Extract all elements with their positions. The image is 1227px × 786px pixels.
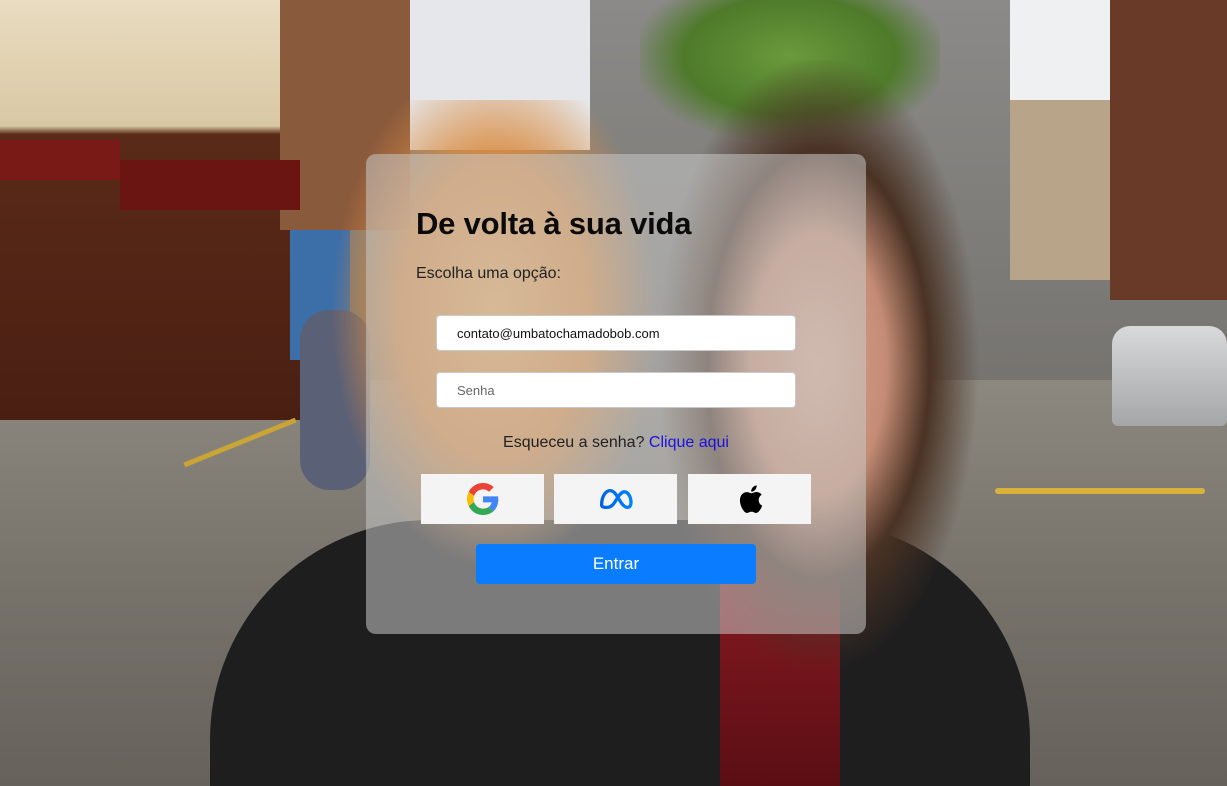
email-field[interactable] bbox=[436, 315, 796, 351]
forgot-password-row: Esqueceu a senha? Clique aqui bbox=[366, 434, 866, 452]
apple-icon bbox=[739, 485, 762, 513]
choose-option-label: Escolha uma opção: bbox=[416, 265, 561, 282]
google-login-button[interactable] bbox=[421, 474, 544, 524]
meta-login-button[interactable] bbox=[554, 474, 677, 524]
forgot-password-text: Esqueceu a senha? bbox=[503, 434, 645, 451]
login-button[interactable]: Entrar bbox=[476, 544, 756, 584]
password-field[interactable] bbox=[436, 372, 796, 408]
meta-icon bbox=[599, 488, 633, 510]
google-icon bbox=[466, 483, 498, 515]
forgot-password-link[interactable]: Clique aqui bbox=[649, 434, 729, 451]
page-title: De volta à sua vida bbox=[416, 206, 692, 241]
login-card: De volta à sua vida Escolha uma opção: E… bbox=[366, 154, 866, 634]
apple-login-button[interactable] bbox=[688, 474, 811, 524]
